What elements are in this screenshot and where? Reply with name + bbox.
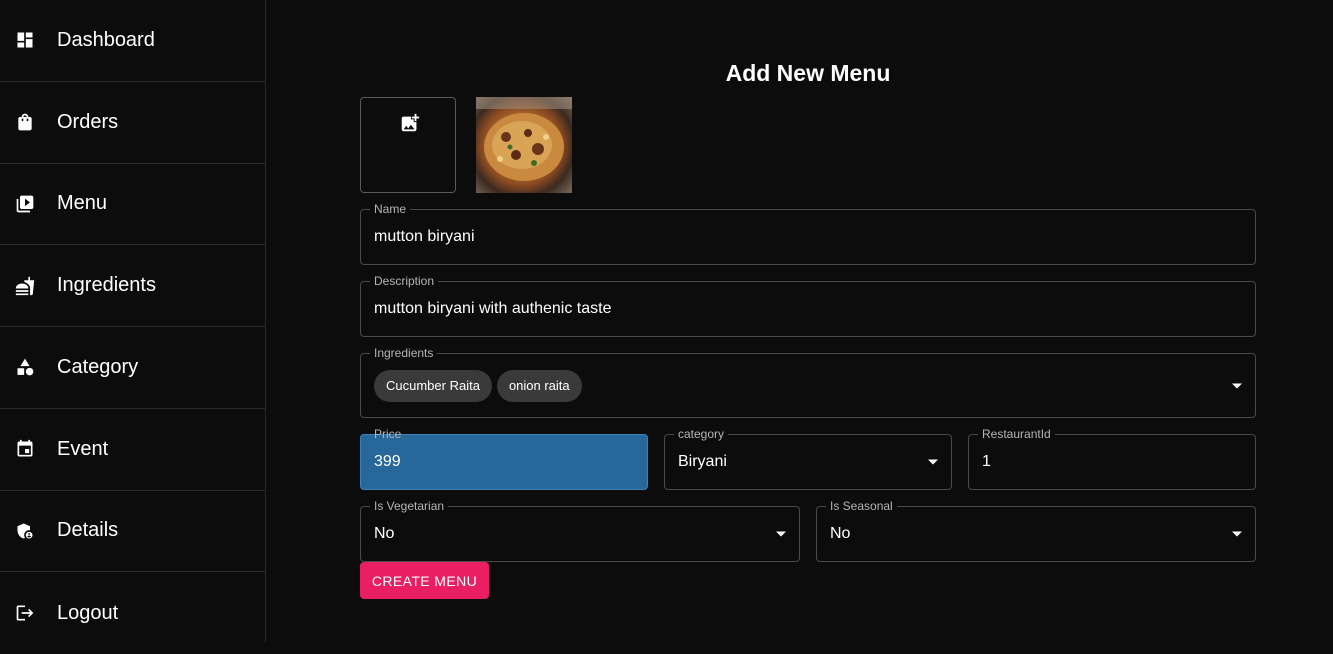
ingredients-select-label: Ingredients <box>370 346 438 360</box>
sidebar-item-details[interactable]: Details <box>0 491 265 573</box>
chevron-down-icon[interactable] <box>928 459 938 465</box>
category-icon <box>15 357 35 377</box>
sidebar-item-orders[interactable]: Orders <box>0 82 265 164</box>
is-vegetarian-select-value: No <box>374 525 395 542</box>
description-field-label: Description <box>370 274 439 288</box>
is-vegetarian-select[interactable]: Is Vegetarian No <box>360 499 800 562</box>
sidebar: Dashboard Orders Menu Ingredients Catego… <box>0 0 266 642</box>
calendar-icon <box>15 439 35 459</box>
is-seasonal-select-value: No <box>830 525 851 542</box>
price-field-value: 399 <box>374 453 401 470</box>
image-upload-button[interactable] <box>360 97 456 193</box>
menu-book-icon <box>15 194 35 214</box>
description-field[interactable]: Description mutton biryani with authenic… <box>360 274 1256 337</box>
sidebar-item-label: Orders <box>57 110 119 133</box>
category-select-label: category <box>674 427 729 441</box>
category-select[interactable]: category Biryani <box>664 427 952 490</box>
sidebar-item-label: Category <box>57 355 139 378</box>
price-field[interactable]: Price 399 <box>360 427 648 490</box>
sidebar-item-category[interactable]: Category <box>0 327 265 409</box>
chevron-down-icon[interactable] <box>1232 383 1242 388</box>
sidebar-item-label: Menu <box>57 192 108 215</box>
sidebar-item-label: Logout <box>57 601 119 624</box>
logout-icon <box>15 603 35 623</box>
restaurant-id-field[interactable]: RestaurantId 1 <box>968 427 1256 490</box>
restaurant-id-field-value: 1 <box>982 453 991 470</box>
name-field[interactable]: Name mutton biryani <box>360 202 1256 265</box>
price-field-label: Price <box>374 427 402 441</box>
menu-item-image <box>476 97 572 193</box>
ingredient-chips: Cucumber Raita onion raita <box>374 369 582 402</box>
sidebar-item-label: Ingredients <box>57 274 156 297</box>
main-content: Add New Menu Name mutton biryani Descrip… <box>267 0 1333 642</box>
add-photo-icon <box>401 113 420 132</box>
fastfood-icon <box>15 276 35 296</box>
category-select-value: Biryani <box>678 453 727 470</box>
sidebar-item-ingredients[interactable]: Ingredients <box>0 245 265 327</box>
create-menu-button[interactable]: CREATE MENU <box>360 562 489 599</box>
chevron-down-icon[interactable] <box>1232 531 1242 537</box>
is-seasonal-select[interactable]: Is Seasonal No <box>816 499 1256 562</box>
ingredients-select[interactable]: Ingredients Cucumber Raita onion raita <box>360 346 1256 418</box>
sidebar-item-label: Details <box>57 519 119 542</box>
admin-panel-icon <box>15 521 35 541</box>
shopping-bag-icon <box>15 112 35 132</box>
name-field-value: mutton biryani <box>374 228 475 245</box>
sidebar-item-dashboard[interactable]: Dashboard <box>0 0 265 82</box>
page-title: Add New Menu <box>725 60 891 86</box>
is-vegetarian-select-label: Is Vegetarian <box>370 499 449 513</box>
sidebar-item-label: Event <box>57 437 109 460</box>
restaurant-id-field-label: RestaurantId <box>978 427 1055 441</box>
chevron-down-icon[interactable] <box>776 531 786 537</box>
is-seasonal-select-label: Is Seasonal <box>826 499 897 513</box>
ingredient-chip[interactable]: Cucumber Raita <box>374 369 492 402</box>
name-field-label: Name <box>370 202 411 216</box>
sidebar-item-label: Dashboard <box>57 28 155 51</box>
sidebar-item-menu[interactable]: Menu <box>0 164 265 246</box>
description-field-value: mutton biryani with authenic taste <box>374 300 612 317</box>
ingredient-chip[interactable]: onion raita <box>496 369 582 402</box>
sidebar-item-event[interactable]: Event <box>0 409 265 491</box>
dashboard-icon <box>15 30 35 50</box>
